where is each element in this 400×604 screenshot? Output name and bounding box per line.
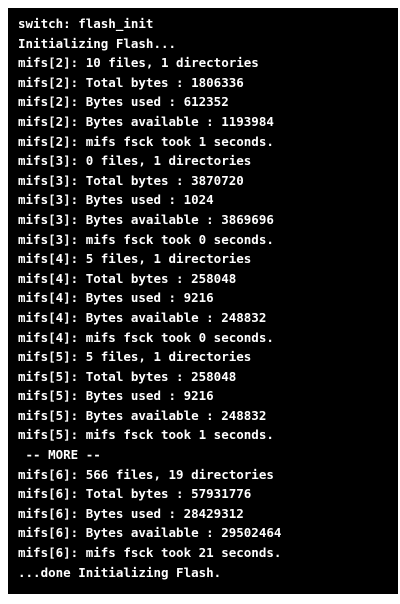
terminal-line: mifs[3]: 0 files, 1 directories [18, 153, 252, 169]
terminal-line: mifs[5]: 5 files, 1 directories [18, 349, 252, 365]
terminal-line: mifs[2]: 10 files, 1 directories [18, 55, 259, 71]
terminal-line: mifs[4]: Total bytes : 258048 [18, 270, 237, 286]
terminal-line: mifs[6]: 566 files, 19 directories [18, 466, 274, 482]
terminal-line: mifs[6]: Bytes used : 28429312 [18, 505, 244, 521]
terminal-line: mifs[2]: Bytes available : 1193984 [18, 113, 274, 129]
terminal-line: mifs[3]: Bytes available : 3869696 [18, 211, 274, 227]
terminal-line: mifs[6]: Total bytes : 57931776 [18, 486, 252, 502]
terminal-line: mifs[6]: mifs fsck took 21 seconds. [18, 545, 282, 561]
terminal-line: mifs[3]: Total bytes : 3870720 [18, 172, 244, 188]
terminal-line: mifs[5]: Bytes available : 248832 [18, 407, 267, 423]
terminal-line: mifs[2]: mifs fsck took 1 seconds. [18, 133, 274, 149]
terminal-line: mifs[4]: Bytes available : 248832 [18, 309, 267, 325]
terminal-line: mifs[4]: Bytes used : 9216 [18, 290, 214, 306]
terminal-line: mifs[4]: mifs fsck took 0 seconds. [18, 329, 274, 345]
terminal-line: mifs[3]: Bytes used : 1024 [18, 192, 214, 208]
terminal-line: mifs[2]: Total bytes : 1806336 [18, 74, 244, 90]
terminal-line: mifs[3]: mifs fsck took 0 seconds. [18, 231, 274, 247]
terminal-line: mifs[5]: Total bytes : 258048 [18, 368, 237, 384]
terminal-line: mifs[5]: Bytes used : 9216 [18, 388, 214, 404]
terminal-line: mifs[6]: Bytes available : 29502464 [18, 525, 282, 541]
terminal-line: switch: flash_init [18, 16, 154, 31]
more-prompt: -- MORE -- [18, 447, 101, 463]
terminal-line: Initializing Flash... [18, 35, 177, 51]
terminal-window: switch: flash_init Initializing Flash...… [8, 8, 398, 594]
terminal-line: mifs[4]: 5 files, 1 directories [18, 251, 252, 267]
terminal-line: ...done Initializing Flash. [18, 564, 222, 580]
terminal-line: mifs[5]: mifs fsck took 1 seconds. [18, 427, 274, 443]
terminal-line: mifs[2]: Bytes used : 612352 [18, 94, 229, 110]
